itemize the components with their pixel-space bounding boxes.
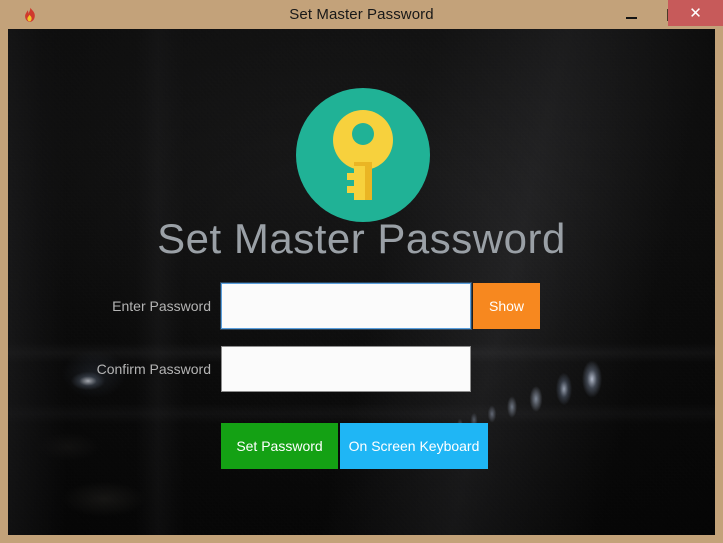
enter-password-input[interactable] [221, 283, 471, 329]
close-button[interactable]: ✕ [668, 0, 723, 26]
content-area: Set Master Password Enter Password Show … [8, 29, 715, 535]
minimize-button[interactable] [613, 0, 649, 29]
close-icon: ✕ [689, 4, 702, 22]
confirm-password-label: Confirm Password [96, 361, 211, 377]
show-password-button[interactable]: Show [473, 283, 540, 329]
enter-password-label: Enter Password [112, 298, 211, 314]
key-icon [332, 110, 394, 202]
title-bar[interactable]: Set Master Password ✕ [0, 0, 723, 29]
action-button-row: Set Password On Screen Keyboard [8, 423, 715, 469]
set-password-button[interactable]: Set Password [221, 423, 338, 469]
confirm-password-input[interactable] [221, 346, 471, 392]
confirm-password-row: Confirm Password [8, 346, 715, 392]
set-master-password-window: Set Master Password ✕ Set Master Passwor… [0, 0, 723, 543]
enter-password-row: Enter Password Show [8, 283, 715, 329]
on-screen-keyboard-button[interactable]: On Screen Keyboard [340, 423, 488, 469]
master-password-form: Set Master Password Enter Password Show … [8, 29, 715, 535]
minimize-icon [625, 16, 637, 19]
logo-badge [296, 88, 430, 222]
page-title: Set Master Password [157, 215, 566, 262]
